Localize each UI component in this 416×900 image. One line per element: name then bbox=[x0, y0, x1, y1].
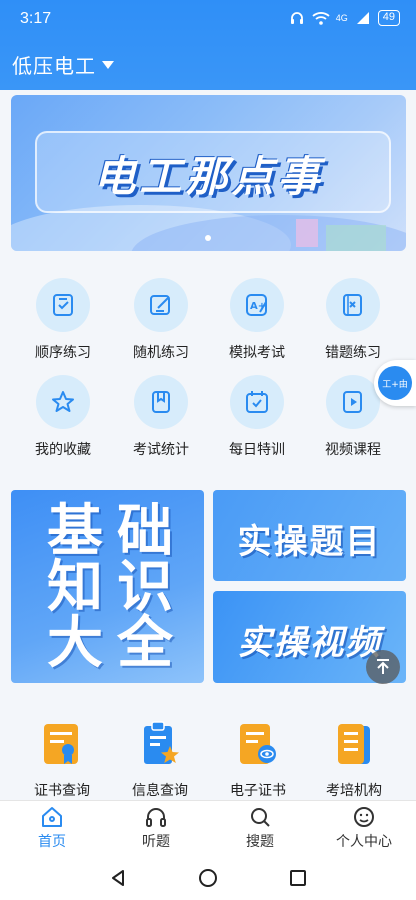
tab-listen[interactable]: 听题 bbox=[104, 805, 208, 851]
basics-char: 大 bbox=[47, 611, 103, 676]
service-label: 证书查询 bbox=[34, 783, 90, 799]
service-label: 信息查询 bbox=[132, 783, 188, 799]
service-certificate-query[interactable]: 证书查询 bbox=[10, 720, 114, 800]
tab-profile[interactable]: 个人中心 bbox=[312, 805, 416, 851]
ordered-list-icon bbox=[36, 278, 90, 332]
service-e-certificate[interactable]: 电子证书 bbox=[206, 720, 310, 800]
feature-ordered-practice[interactable]: 顺序练习 bbox=[15, 278, 111, 362]
caret-down-icon bbox=[102, 55, 114, 74]
badge-logo: 工+由 bbox=[378, 366, 412, 400]
edit-icon bbox=[134, 278, 188, 332]
network-type: 4G bbox=[335, 13, 348, 23]
tab-home[interactable]: 首页 bbox=[0, 805, 104, 851]
service-info-query[interactable]: 信息查询 bbox=[108, 720, 212, 800]
pager-dot bbox=[205, 235, 211, 241]
battery-level: 49 bbox=[377, 10, 400, 26]
feature-mock-exam[interactable]: A+ 模拟考试 bbox=[209, 278, 305, 362]
category-selector[interactable]: 低压电工 bbox=[12, 50, 114, 79]
feature-label: 错题练习 bbox=[325, 345, 381, 361]
e-certificate-icon bbox=[236, 720, 280, 768]
basics-char: 识 bbox=[117, 555, 173, 620]
home-icon bbox=[40, 805, 64, 829]
basics-char: 基 bbox=[47, 499, 103, 564]
search-icon bbox=[248, 805, 272, 829]
feature-random-practice[interactable]: 随机练习 bbox=[113, 278, 209, 362]
tab-label: 听题 bbox=[142, 834, 170, 850]
profile-icon bbox=[352, 805, 376, 829]
feature-label: 随机练习 bbox=[133, 345, 189, 361]
floating-app-badge[interactable]: 工+由 bbox=[374, 360, 416, 406]
status-bar: 3:17 4G 49 bbox=[0, 0, 416, 38]
video-icon bbox=[326, 375, 380, 429]
feature-favorites[interactable]: 我的收藏 bbox=[15, 375, 111, 459]
basics-char: 础 bbox=[117, 499, 173, 564]
feature-label: 模拟考试 bbox=[229, 345, 285, 361]
back-to-top-button[interactable] bbox=[366, 650, 400, 684]
tab-search[interactable]: 搜题 bbox=[208, 805, 312, 851]
arrow-up-icon bbox=[377, 659, 389, 674]
feature-daily-training[interactable]: 每日特训 bbox=[209, 375, 305, 459]
wifi-icon bbox=[312, 9, 330, 27]
feature-label: 视频课程 bbox=[325, 442, 381, 458]
headphones-icon bbox=[144, 805, 168, 829]
service-training-institution[interactable]: 考培机构 bbox=[302, 720, 406, 800]
headphones-status-icon bbox=[288, 9, 306, 27]
basics-card[interactable]: 基 础 知 识 大 全 bbox=[11, 490, 204, 683]
system-nav-bar bbox=[0, 856, 416, 900]
feature-label: 考试统计 bbox=[133, 442, 189, 458]
clipboard-star-icon bbox=[138, 720, 182, 768]
bottom-tab-bar: 首页 听题 搜题 个人中心 bbox=[0, 800, 416, 856]
practice-questions-card[interactable]: 实操题目 bbox=[213, 490, 406, 581]
banner-title: 电工那点事 bbox=[93, 152, 324, 201]
basics-char: 全 bbox=[117, 611, 173, 676]
exam-icon: A+ bbox=[230, 278, 284, 332]
certificate-icon bbox=[40, 720, 84, 768]
signal-icon bbox=[354, 9, 372, 27]
tab-label: 搜题 bbox=[246, 834, 274, 850]
promo-banner[interactable]: 电工那点事 bbox=[11, 95, 406, 251]
calendar-icon bbox=[230, 375, 284, 429]
institution-icon bbox=[332, 720, 376, 768]
feature-wrong-questions[interactable]: 错题练习 bbox=[305, 278, 401, 362]
practice-card-title: 实操题目 bbox=[237, 522, 382, 562]
bookmark-icon bbox=[134, 375, 188, 429]
service-label: 电子证书 bbox=[230, 783, 286, 799]
feature-label: 每日特训 bbox=[229, 442, 285, 458]
feature-label: 我的收藏 bbox=[35, 442, 91, 458]
back-nav-button[interactable] bbox=[108, 868, 128, 888]
page-title: 低压电工 bbox=[12, 54, 96, 78]
banner-pager bbox=[0, 235, 416, 241]
basics-char: 知 bbox=[47, 555, 103, 620]
service-label: 考培机构 bbox=[326, 783, 382, 799]
wrong-icon bbox=[326, 278, 380, 332]
recents-nav-button[interactable] bbox=[288, 868, 308, 888]
badge-label: 工+由 bbox=[382, 379, 408, 390]
tab-label: 首页 bbox=[38, 834, 66, 850]
star-icon bbox=[36, 375, 90, 429]
feature-exam-stats[interactable]: 考试统计 bbox=[113, 375, 209, 459]
status-time: 3:17 bbox=[20, 10, 52, 27]
home-nav-button[interactable] bbox=[198, 868, 218, 888]
tab-label: 个人中心 bbox=[336, 834, 392, 850]
feature-label: 顺序练习 bbox=[35, 345, 91, 361]
